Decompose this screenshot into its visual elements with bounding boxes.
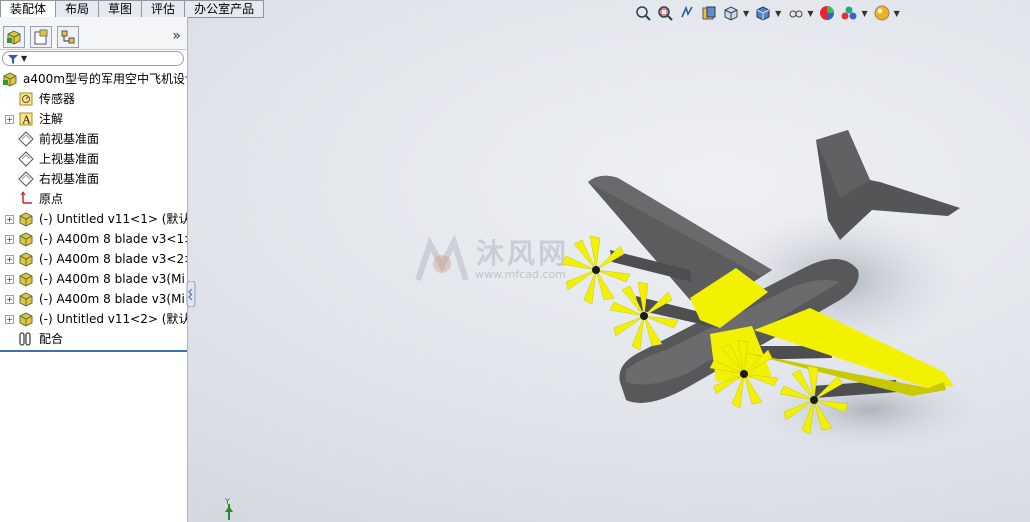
heads-up-toolbar: ▼ ▼ ▼ ▼ ▼	[633, 2, 904, 24]
chevron-down-icon[interactable]: ▼	[21, 54, 27, 63]
tree-item-label: (-) A400m 8 blade v3<2>	[39, 252, 187, 266]
tree-item[interactable]: 原点	[0, 189, 187, 209]
display-style-icon[interactable]	[753, 3, 773, 23]
tree-item-label: 配合	[39, 332, 64, 346]
view-orientation-icon[interactable]	[721, 3, 741, 23]
part-icon	[18, 251, 34, 267]
chevron-down-icon[interactable]: ▼	[807, 9, 813, 18]
assembly-icon	[2, 71, 18, 87]
tree-item-label: 注解	[39, 112, 64, 126]
tree-item[interactable]: 前视基准面	[0, 129, 187, 149]
command-manager-tabs: 装配体 布局 草图 评估 办公室产品	[0, 0, 265, 18]
tree-item-label: (-) A400m 8 blade v3<1>	[39, 232, 187, 246]
tree-item[interactable]: 右视基准面	[0, 169, 187, 189]
plane-icon	[18, 131, 34, 147]
annotation-icon: A	[18, 111, 34, 127]
tree-item[interactable]: + (-) Untitled v11<1> (默认	[0, 209, 187, 229]
tab-assembly[interactable]: 装配体	[0, 0, 57, 18]
tree-item[interactable]: + (-) Untitled v11<2> (默认	[0, 309, 187, 329]
part-icon	[18, 311, 34, 327]
part-icon	[18, 231, 34, 247]
part-icon	[18, 211, 34, 227]
chevron-down-icon[interactable]: ▼	[775, 9, 781, 18]
filter-icon	[8, 54, 18, 64]
tree-item-label: 上视基准面	[39, 152, 100, 166]
feature-manager-pane: » ▼ a400m型号的军用空中飞机设计传感器 + A 注解前视基准面上视基准面右视基…	[0, 17, 188, 522]
tree-item[interactable]: + (-) A400m 8 blade v3(Mi	[0, 289, 187, 309]
svg-text:A: A	[22, 114, 32, 127]
mates-icon	[18, 331, 34, 347]
view-settings-icon[interactable]	[872, 3, 892, 23]
expand-icon[interactable]: +	[5, 275, 14, 284]
tree-item[interactable]: a400m型号的军用空中飞机设计	[0, 69, 187, 89]
tree-item[interactable]: + (-) A400m 8 blade v3<2>	[0, 249, 187, 269]
configuration-manager-icon[interactable]	[57, 26, 79, 48]
origin-icon	[18, 191, 34, 207]
tree-item[interactable]: + A 注解	[0, 109, 187, 129]
apply-scene-icon[interactable]	[839, 3, 859, 23]
tree-item-label: 原点	[39, 192, 64, 206]
tab-office-products[interactable]: 办公室产品	[185, 0, 265, 18]
tree-item[interactable]: 配合	[0, 329, 187, 349]
expand-icon[interactable]: +	[5, 115, 14, 124]
tree-item-label: a400m型号的军用空中飞机设计	[23, 72, 187, 86]
chevron-down-icon[interactable]: ▼	[743, 9, 749, 18]
tab-layout[interactable]: 布局	[56, 0, 100, 18]
tree-item-label: (-) A400m 8 blade v3(Mi	[39, 292, 185, 306]
expand-icon[interactable]: +	[5, 255, 14, 264]
tree-item[interactable]: 传感器	[0, 89, 187, 109]
pane-tabs: »	[0, 17, 187, 50]
plane-icon	[18, 171, 34, 187]
hide-show-items-icon[interactable]	[785, 3, 805, 23]
part-icon	[18, 291, 34, 307]
previous-view-icon[interactable]	[677, 3, 697, 23]
tree-item-label: (-) Untitled v11<2> (默认	[39, 312, 187, 326]
zoom-to-fit-icon[interactable]	[633, 3, 653, 23]
expand-icon[interactable]: +	[5, 315, 14, 324]
property-manager-icon[interactable]	[30, 26, 52, 48]
pane-divider	[0, 350, 187, 352]
chevron-down-icon[interactable]: ▼	[861, 9, 867, 18]
tree-item-label: 右视基准面	[39, 172, 100, 186]
watermark-logo	[415, 236, 469, 281]
tree-filter[interactable]: ▼	[2, 51, 184, 66]
chevron-down-icon[interactable]: ▼	[894, 9, 900, 18]
tree-item-label: (-) A400m 8 blade v3(Mi	[39, 272, 185, 286]
aircraft-model[interactable]	[540, 120, 980, 460]
tree-item-label: 传感器	[39, 92, 76, 106]
tab-evaluate[interactable]: 评估	[142, 0, 186, 18]
expand-icon[interactable]: +	[5, 295, 14, 304]
edit-appearance-icon[interactable]	[817, 3, 837, 23]
tree-item[interactable]: + (-) A400m 8 blade v3(Mi	[0, 269, 187, 289]
tree-item-label: 前视基准面	[39, 132, 100, 146]
zoom-to-area-icon[interactable]	[655, 3, 675, 23]
expand-icon[interactable]: +	[5, 215, 14, 224]
tree-item[interactable]: 上视基准面	[0, 149, 187, 169]
tree-item[interactable]: + (-) A400m 8 blade v3<1>	[0, 229, 187, 249]
plane-icon	[18, 151, 34, 167]
pane-collapse-handle[interactable]	[186, 281, 196, 307]
triad-y-label: Y	[225, 497, 230, 506]
tab-sketch[interactable]: 草图	[99, 0, 143, 18]
section-view-icon[interactable]	[699, 3, 719, 23]
expand-pane-icon[interactable]: »	[172, 28, 181, 44]
sensor-icon	[18, 91, 34, 107]
part-icon	[18, 271, 34, 287]
tree-item-label: (-) Untitled v11<1> (默认	[39, 212, 187, 226]
feature-manager-icon[interactable]	[3, 26, 25, 48]
expand-icon[interactable]: +	[5, 235, 14, 244]
